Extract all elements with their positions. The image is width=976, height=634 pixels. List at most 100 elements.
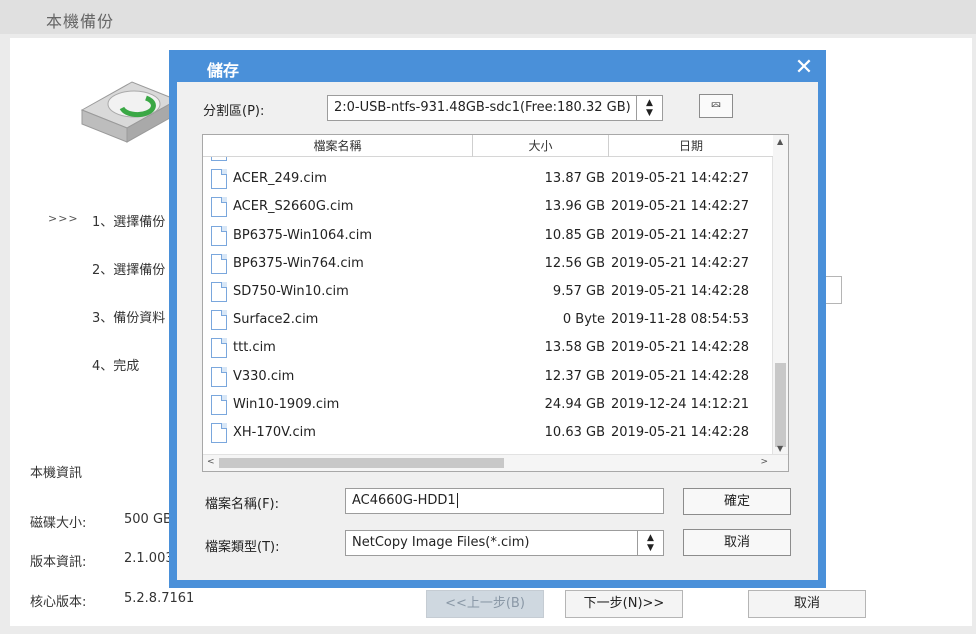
file-date: 2019-05-21 14:42:27 [611, 227, 750, 243]
partition-select[interactable]: 2:0-USB-ntfs-931.48GB-sdc1(Free:180.32 G… [327, 95, 663, 121]
next-step-button[interactable]: 下一步(N)>> [565, 590, 683, 618]
file-size: 24.94 GB [544, 396, 605, 412]
file-size: 12.56 GB [544, 255, 605, 271]
filetype-label: 檔案類型(T): [205, 540, 280, 555]
file-icon [211, 394, 227, 415]
file-name: ACER_S2660G.cim [233, 199, 354, 215]
file-name: XH-170V.cim [233, 424, 316, 440]
dialog-body: 分割區(P): 2:0-USB-ntfs-931.48GB-sdc1(Free:… [177, 82, 818, 580]
column-header-size[interactable]: 大小 [473, 135, 609, 157]
file-icon [211, 366, 227, 387]
scroll-right-icon[interactable]: > [760, 457, 768, 467]
file-name: BP6375-Win764.cim [233, 255, 364, 271]
filetype-select[interactable]: NetCopy Image Files(*.cim) ▲ ▼ [345, 530, 664, 556]
file-date: 2019-05-21 14:42:27 [611, 171, 750, 187]
step-3-label: 3、備份資料 [92, 311, 166, 326]
file-name: BP6375-Win1064.cim [233, 227, 373, 243]
file-name: ttt.cim [233, 340, 276, 356]
partition-select-value: 2:0-USB-ntfs-931.48GB-sdc1(Free:180.32 G… [334, 100, 631, 115]
file-icon [211, 310, 227, 331]
dialog-cancel-button[interactable]: 取消 [683, 529, 791, 556]
file-size: 13.96 GB [544, 199, 605, 215]
file-date: 2019-12-24 14:12:21 [611, 396, 750, 412]
file-icon [211, 253, 227, 274]
file-icon [211, 225, 227, 246]
parent-folder-button[interactable]: ⮹ [699, 94, 733, 118]
file-date: 2019-05-21 14:42:28 [611, 424, 750, 440]
close-icon[interactable]: ✕ [791, 55, 817, 81]
file-date: 2019-05-21 14:42:27 [611, 199, 750, 215]
horizontal-scrollbar[interactable]: < > [203, 454, 788, 471]
disk-size-value: 500 GB [124, 512, 172, 527]
text-caret [456, 493, 458, 508]
scroll-up-icon[interactable]: ▲ [777, 137, 783, 146]
prev-step-button[interactable]: <<上一步(B) [426, 590, 544, 618]
file-date: 2019-11-28 08:54:53 [611, 312, 750, 328]
file-row[interactable]: ACER_249.cim 13.87 GB 2019-05-21 14:42:27 [203, 165, 773, 193]
file-name: SD750-Win10.cim [233, 283, 349, 299]
file-row[interactable]: ttt.cim 13.58 GB 2019-05-21 14:42:28 [203, 334, 773, 362]
file-row[interactable]: ACER_S2660G.cim 13.96 GB 2019-05-21 14:42:… [203, 193, 773, 221]
dialog-title: 儲存 [207, 61, 240, 80]
core-version-label: 核心版本: [30, 595, 87, 610]
file-row[interactable]: Win10-1909.cim 24.94 GB 2019-12-24 14:12:2… [203, 391, 773, 419]
core-version-value: 5.2.8.7161 [124, 591, 195, 606]
vertical-scroll-thumb[interactable] [775, 363, 786, 447]
disk-size-label: 磁碟大小: [30, 516, 87, 531]
file-date: 2019-05-21 14:42:28 [611, 340, 750, 356]
step-2-label: 2、選擇備份 [92, 263, 166, 278]
file-list[interactable]: 20191212.cim0 Byte2019-12-12 11:28:29ACE… [202, 134, 789, 472]
file-row[interactable]: Surface2.cim 0 Byte 2019-11-28 08:54:53 [203, 306, 773, 334]
horizontal-scroll-thumb[interactable] [219, 458, 504, 468]
file-size: 10.85 GB [544, 227, 605, 243]
file-size: 0 Byte [562, 312, 605, 328]
main-titlebar: 本機備份 [0, 0, 976, 34]
local-info-header: 本機資訊 [30, 466, 83, 481]
file-size: 9.57 GB [552, 283, 605, 299]
file-row[interactable]: SD750-Win10.cim 9.57 GB 2019-05-21 14:42:2… [203, 278, 773, 306]
file-size: 13.87 GB [544, 171, 605, 187]
file-icon [211, 281, 227, 302]
step-1-label: 1、選擇備份 [92, 215, 166, 230]
file-rows: 20191212.cim0 Byte2019-12-12 11:28:29ACE… [203, 137, 773, 447]
file-name: Surface2.cim [233, 312, 319, 328]
main-title: 本機備份 [46, 12, 115, 31]
step-4-label: 4、完成 [92, 359, 140, 374]
file-row[interactable]: V330.cim 12.37 GB 2019-05-21 14:42:28 [203, 363, 773, 391]
file-row[interactable]: BP6375-Win1064.cim 10.85 GB 2019-05-21 14:… [203, 222, 773, 250]
ok-button[interactable]: 確定 [683, 488, 791, 515]
save-dialog: 儲存 ✕ 分割區(P): 2:0-USB-ntfs-931.48GB-sdc1(… [169, 50, 826, 588]
background-cancel-button[interactable]: 取消 [748, 590, 866, 618]
file-size: 13.58 GB [544, 340, 605, 356]
updown-arrow-icon: ▲ ▼ [637, 531, 663, 555]
file-name: Win10-1909.cim [233, 396, 340, 412]
filename-input-value: AC4660G-HDD1 [352, 493, 456, 508]
file-icon [211, 169, 227, 190]
partition-label: 分割區(P): [203, 104, 265, 119]
scroll-down-icon[interactable]: ▼ [777, 444, 783, 453]
version-value: 2.1.003 [124, 551, 174, 566]
file-icon [211, 338, 227, 359]
hard-disk-icon [80, 81, 179, 143]
filename-label: 檔案名稱(F): [205, 497, 280, 512]
column-header-name[interactable]: 檔案名稱 [203, 135, 473, 157]
vertical-scrollbar[interactable]: ▲ ▼ [772, 135, 788, 455]
file-row[interactable]: BP6375-Win764.cim 12.56 GB 2019-05-21 14:4… [203, 250, 773, 278]
scroll-left-icon[interactable]: < [207, 457, 215, 467]
column-header-date[interactable]: 日期 [609, 135, 773, 157]
file-date: 2019-05-21 14:42:27 [611, 255, 750, 271]
updown-arrow-icon: ▲ ▼ [636, 96, 662, 120]
file-date: 2019-05-21 14:42:28 [611, 283, 750, 299]
file-size: 10.63 GB [544, 424, 605, 440]
file-size: 12.37 GB [544, 368, 605, 384]
file-icon [211, 422, 227, 443]
filetype-select-value: NetCopy Image Files(*.cim) [352, 535, 530, 550]
folder-up-icon: ⮹ [710, 98, 722, 114]
file-row[interactable]: XH-170V.cim 10.63 GB 2019-05-21 14:42:28 [203, 419, 773, 447]
version-label: 版本資訊: [30, 555, 87, 570]
file-icon [211, 197, 227, 218]
file-date: 2019-05-21 14:42:28 [611, 368, 750, 384]
file-name: ACER_249.cim [233, 171, 327, 187]
current-step-arrow: >>> [48, 212, 79, 225]
filename-input[interactable]: AC4660G-HDD1 [345, 488, 664, 514]
